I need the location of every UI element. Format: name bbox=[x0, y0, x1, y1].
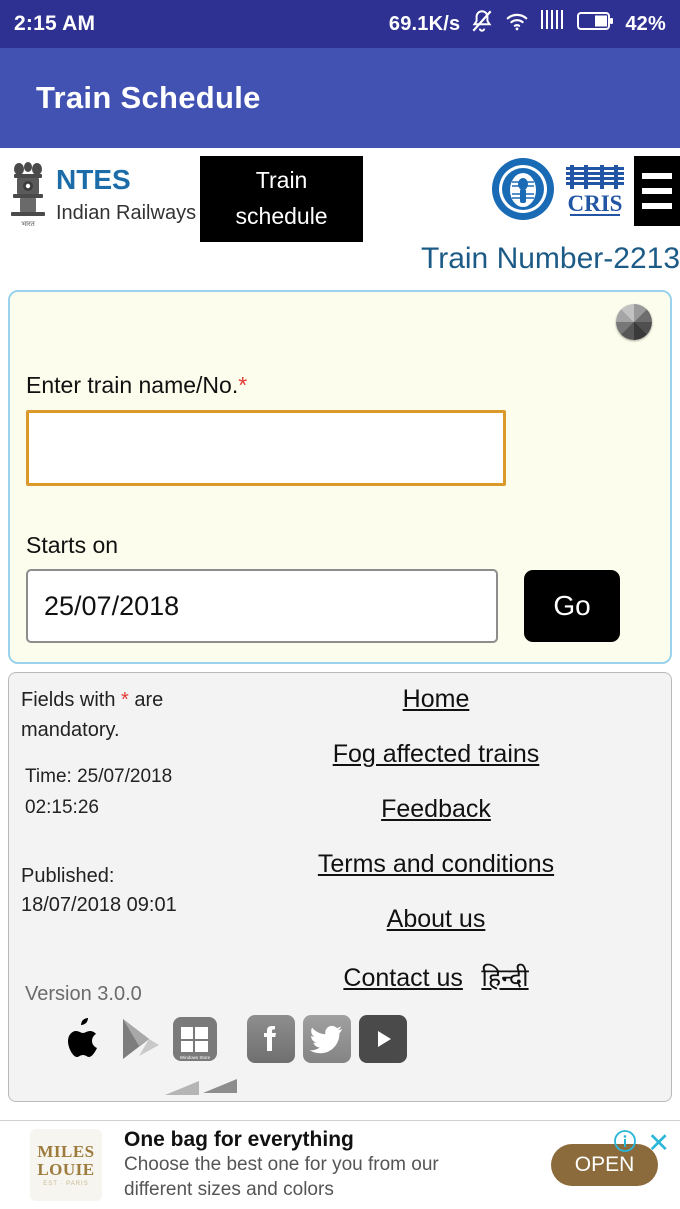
signal-bars-icon bbox=[539, 8, 567, 40]
brand-name: NTES bbox=[56, 164, 131, 195]
ad-copy: One bag for everything Choose the best o… bbox=[124, 1127, 551, 1203]
social-media-icons bbox=[247, 1015, 407, 1063]
mandatory-note-pre: Fields with bbox=[21, 689, 122, 711]
cris-logo: CRIS bbox=[560, 156, 630, 222]
ad-body-line1: Choose the best one for you from our bbox=[124, 1154, 439, 1176]
menu-bar-3 bbox=[642, 203, 672, 209]
ad-logo-line1: MILES bbox=[37, 1141, 95, 1161]
current-time-block: Time: 25/07/2018 02:15:26 bbox=[21, 761, 211, 824]
footer-info-column: Fields with * are mandatory. Time: 25/07… bbox=[21, 685, 211, 1020]
link-feedback[interactable]: Feedback bbox=[381, 795, 491, 824]
header-logos: CRIS bbox=[490, 156, 680, 226]
link-hindi[interactable]: हिन्दी bbox=[481, 960, 528, 994]
webview-content: भारत NTES Indian Railways Train schedule bbox=[0, 148, 680, 1102]
current-time-date: Time: 25/07/2018 bbox=[25, 766, 173, 787]
link-home[interactable]: Home bbox=[403, 685, 470, 714]
mandatory-note: Fields with * are mandatory. bbox=[21, 685, 211, 745]
train-number-heading: Train Number-2213 bbox=[421, 242, 680, 275]
required-asterisk: * bbox=[238, 372, 248, 398]
brand-text-block: NTES Indian Railways bbox=[56, 156, 196, 232]
link-about-us[interactable]: About us bbox=[387, 905, 486, 934]
google-play-icon[interactable] bbox=[115, 1015, 163, 1063]
status-bar: 2:15 AM 69.1K/s 42% bbox=[0, 0, 680, 48]
windows-store-icon[interactable]: Windows Store bbox=[171, 1015, 219, 1063]
info-icon[interactable] bbox=[613, 1129, 637, 1158]
twitter-icon[interactable] bbox=[303, 1015, 351, 1063]
link-contact-us[interactable]: Contact us bbox=[343, 964, 463, 993]
ad-brand-logo: MILES LOUIE EST · PARIS bbox=[30, 1129, 102, 1201]
app-store-icons: Windows Store bbox=[59, 1015, 219, 1063]
current-time-clock: 02:15:26 bbox=[25, 797, 99, 819]
hamburger-menu-icon[interactable] bbox=[634, 156, 680, 226]
link-fog-affected-trains[interactable]: Fog affected trains bbox=[333, 740, 540, 769]
go-button[interactable]: Go bbox=[524, 570, 620, 642]
footer-panel: Fields with * are mandatory. Time: 25/07… bbox=[8, 672, 672, 1102]
clipped-store-icon bbox=[159, 1073, 249, 1101]
ad-close-icon[interactable]: ✕ bbox=[647, 1130, 670, 1157]
train-input-label-text: Enter train name/No. bbox=[26, 372, 239, 398]
ntes-brand[interactable]: भारत NTES Indian Railways bbox=[6, 156, 196, 234]
date-row: Go bbox=[26, 569, 650, 643]
apple-app-store-icon[interactable] bbox=[59, 1015, 107, 1063]
svg-text:CRIS: CRIS bbox=[568, 191, 623, 216]
link-terms-and-conditions[interactable]: Terms and conditions bbox=[318, 850, 554, 879]
start-date-input[interactable] bbox=[26, 569, 498, 643]
status-bar-clock: 2:15 AM bbox=[14, 12, 96, 35]
facebook-icon[interactable] bbox=[247, 1015, 295, 1063]
published-label: Published: bbox=[21, 864, 115, 887]
ad-body-line2: different sizes and colors bbox=[124, 1179, 334, 1201]
page-title: Train Schedule bbox=[36, 80, 261, 115]
brand-subtitle: Indian Railways bbox=[56, 202, 197, 225]
version-label: Version 3.0.0 bbox=[25, 983, 142, 1005]
ad-logo-line3: EST · PARIS bbox=[43, 1181, 89, 1188]
train-name-input[interactable] bbox=[26, 410, 506, 486]
footer-grid: Fields with * are mandatory. Time: 25/07… bbox=[21, 685, 661, 1020]
app-bar: Train Schedule bbox=[0, 48, 680, 148]
ad-logo-line2: LOUIE bbox=[37, 1159, 95, 1179]
menu-bar-1 bbox=[642, 173, 672, 179]
ad-headline: One bag for everything bbox=[124, 1128, 354, 1152]
footer-links-column: Home Fog affected trains Feedback Terms … bbox=[211, 685, 661, 1020]
mandatory-asterisk: * bbox=[121, 689, 129, 711]
phone-screen: 2:15 AM 69.1K/s 42% Train Schedule भारत … bbox=[0, 0, 680, 1209]
published-block: Published: 18/07/2018 09:01 bbox=[21, 862, 211, 920]
ad-banner[interactable]: MILES LOUIE EST · PARIS One bag for ever… bbox=[0, 1120, 680, 1209]
svg-text:Windows Store: Windows Store bbox=[180, 1055, 211, 1060]
published-value: 18/07/2018 09:01 bbox=[21, 893, 177, 916]
wifi-icon bbox=[504, 8, 530, 40]
battery-percent-label: 42% bbox=[625, 12, 666, 35]
bell-muted-icon bbox=[469, 8, 495, 40]
train-schedule-button[interactable]: Train schedule bbox=[200, 156, 364, 242]
search-form-panel: Enter train name/No.* Starts on Go bbox=[8, 290, 672, 664]
site-header: भारत NTES Indian Railways Train schedule bbox=[0, 148, 680, 242]
youtube-icon[interactable] bbox=[359, 1015, 407, 1063]
train-input-label: Enter train name/No.* bbox=[26, 372, 650, 399]
battery-icon bbox=[576, 10, 614, 38]
indian-railways-logo bbox=[490, 156, 556, 222]
loading-spinner-icon bbox=[616, 304, 652, 340]
train-schedule-button-line1: Train bbox=[255, 167, 308, 194]
starts-on-label: Starts on bbox=[26, 532, 119, 558]
network-speed-label: 69.1K/s bbox=[388, 12, 461, 35]
menu-bar-2 bbox=[642, 188, 672, 194]
train-schedule-button-line2: schedule bbox=[235, 203, 328, 229]
status-bar-icons: 69.1K/s 42% bbox=[389, 8, 666, 40]
india-emblem-icon: भारत bbox=[6, 156, 50, 234]
svg-text:भारत: भारत bbox=[21, 221, 36, 228]
contact-hindi-row: Contact us हिन्दी bbox=[211, 960, 661, 994]
ad-corner-controls: ✕ bbox=[613, 1129, 670, 1158]
